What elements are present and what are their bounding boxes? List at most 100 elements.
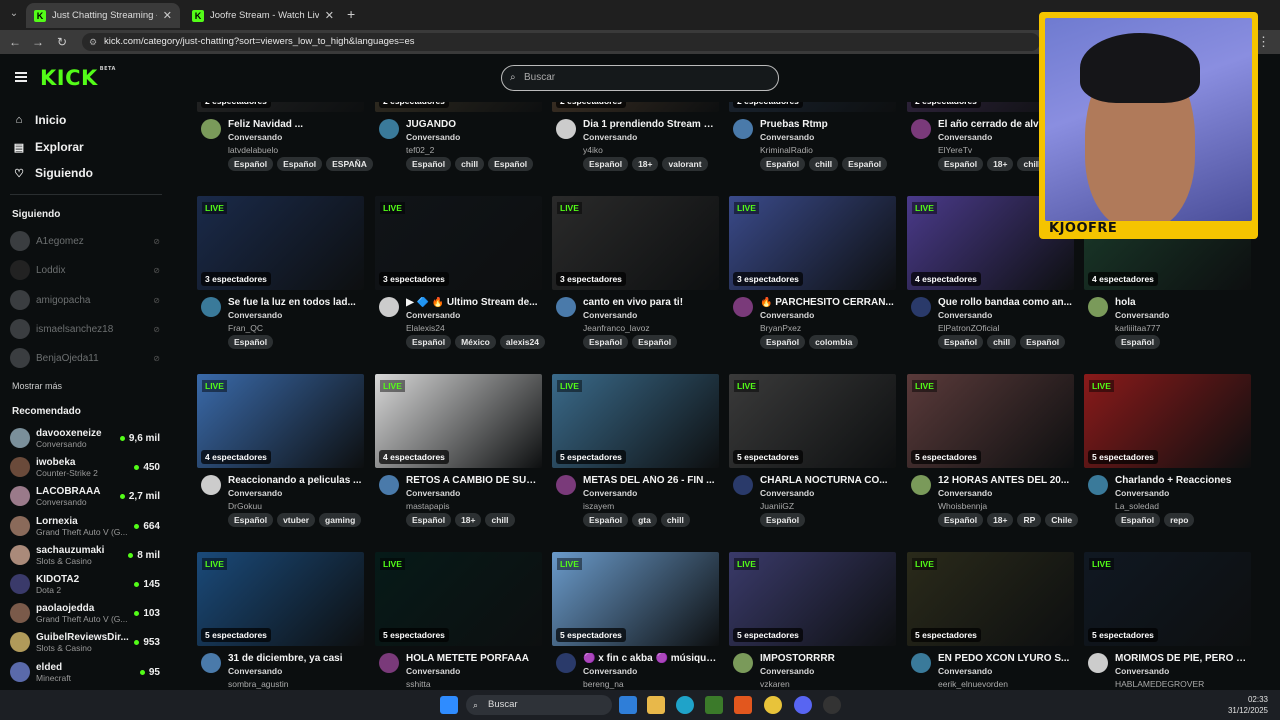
avatar[interactable]	[733, 653, 753, 673]
stream-card[interactable]: LIVE 5 espectadores CHARLA NOCTURNA CO... C…	[729, 374, 896, 544]
stream-category[interactable]: Conversando	[583, 132, 637, 142]
recommended-item[interactable]: KIDOTA2 Dota 2 145	[10, 571, 160, 597]
following-item[interactable]: A1egomez ⊘	[10, 231, 160, 251]
stream-thumbnail[interactable]: LIVE 5 espectadores	[1084, 552, 1251, 646]
stream-username[interactable]: KriminalRadio	[760, 145, 813, 155]
avatar[interactable]	[556, 653, 576, 673]
stream-username[interactable]: iszayem	[583, 501, 614, 511]
stream-username[interactable]: y4iko	[583, 145, 603, 155]
avatar[interactable]	[379, 475, 399, 495]
stream-category[interactable]: Conversando	[228, 310, 282, 320]
stream-category[interactable]: Conversando	[583, 488, 637, 498]
avatar[interactable]	[379, 119, 399, 139]
stream-thumbnail[interactable]: LIVE 5 espectadores	[552, 374, 719, 468]
tag-chip[interactable]: Español	[1020, 335, 1066, 349]
stream-title[interactable]: Pruebas Rtmp	[760, 119, 894, 130]
stream-category[interactable]: Conversando	[228, 132, 282, 142]
stream-thumbnail[interactable]: LIVE 5 espectadores	[1084, 374, 1251, 468]
tag-chip[interactable]: gaming	[319, 513, 362, 527]
avatar[interactable]	[733, 297, 753, 317]
new-tab-icon[interactable]: +	[347, 6, 355, 22]
tag-chip[interactable]: Español	[938, 335, 984, 349]
avatar[interactable]	[911, 119, 931, 139]
stream-thumbnail[interactable]: LIVE 4 espectadores	[197, 374, 364, 468]
tag-chip[interactable]: Español	[1115, 513, 1161, 527]
discord-icon[interactable]	[794, 696, 812, 714]
tag-chip[interactable]: 18+	[987, 157, 1014, 171]
stream-username[interactable]: ElPatronZOficial	[938, 323, 999, 333]
stream-card[interactable]: LIVE 5 espectadores METAS DEL AÑO 26 - FIN…	[552, 374, 719, 544]
stream-username[interactable]: karliiitaa777	[1115, 323, 1160, 333]
recommended-item[interactable]: iwobeka Counter-Strike 2 450	[10, 454, 160, 480]
tag-chip[interactable]: colombia	[809, 335, 859, 349]
show-more-link[interactable]: Mostrar más	[12, 381, 62, 391]
stream-category[interactable]: Conversando	[760, 310, 814, 320]
stream-username[interactable]: BryanPxez	[760, 323, 801, 333]
browser-menu-icon[interactable]: ⋮	[1257, 34, 1270, 50]
stream-card[interactable]: LIVE2 espectadores Pruebas Rtmp Conversand…	[729, 102, 896, 188]
stream-thumbnail[interactable]: LIVE2 espectadores	[197, 102, 364, 112]
close-tab-icon[interactable]: ✕	[163, 9, 172, 22]
stream-username[interactable]: HABLAMEDEGROVER	[1115, 679, 1204, 689]
search-input[interactable]: ⌕ Buscar	[501, 65, 779, 91]
stream-card[interactable]: LIVE 5 espectadores EN PEDO XCON LYURO S..…	[907, 552, 1074, 690]
recommended-item[interactable]: GuibelReviewsDir... Slots & Casino 953	[10, 629, 160, 655]
tag-chip[interactable]: repo	[1164, 513, 1195, 527]
tag-chip[interactable]: Español	[228, 335, 274, 349]
stream-card[interactable]: LIVE2 espectadores Feliz Navidad ... Conve…	[197, 102, 373, 188]
recommended-item[interactable]: sachauzumaki Slots & Casino 8 mil	[10, 542, 160, 568]
tag-chip[interactable]: 18+	[987, 513, 1014, 527]
tag-chip[interactable]: RP	[1017, 513, 1042, 527]
stream-thumbnail[interactable]: LIVE2 espectadores	[375, 102, 542, 112]
tag-chip[interactable]: Español	[406, 335, 452, 349]
taskbar-clock[interactable]: 02:33 31/12/2025	[1228, 694, 1268, 716]
tag-chip[interactable]: Español	[277, 157, 323, 171]
avatar[interactable]	[201, 653, 221, 673]
stream-card[interactable]: LIVE 5 espectadores 12 HORAS ANTES DEL 20.…	[907, 374, 1079, 544]
stream-category[interactable]: Conversando	[760, 132, 814, 142]
stream-thumbnail[interactable]: LIVE2 espectadores	[729, 102, 896, 112]
avatar[interactable]	[733, 475, 753, 495]
stream-thumbnail[interactable]: LIVE 3 espectadores	[729, 196, 896, 290]
stream-card[interactable]: LIVE 3 espectadores ▶ 🔷 🔥 Ultimo Stream de…	[375, 196, 545, 366]
tag-chip[interactable]: Español	[583, 513, 629, 527]
nav-siguiendo[interactable]: ♡ Siguiendo	[12, 164, 93, 182]
stream-title[interactable]: canto en vivo para ti!	[583, 297, 717, 308]
stream-card[interactable]: LIVE2 espectadores JUGANDO Conversando tef0…	[375, 102, 542, 188]
tag-chip[interactable]: Español	[488, 157, 534, 171]
stream-card[interactable]: LIVE 5 espectadores IMPOSTORRRR Conversando…	[729, 552, 896, 690]
reload-icon[interactable]: ↻	[54, 34, 70, 50]
stream-card[interactable]: LIVE 5 espectadores 31 de diciembre, ya ca…	[197, 552, 364, 690]
tag-chip[interactable]: gta	[632, 513, 657, 527]
chrome-icon[interactable]	[764, 696, 782, 714]
avatar[interactable]	[379, 653, 399, 673]
tag-chip[interactable]: Español	[760, 335, 806, 349]
back-icon[interactable]: ←	[7, 34, 23, 50]
address-bar[interactable]: ⚙ kick.com/category/just-chatting?sort=v…	[82, 33, 1040, 51]
recommended-item[interactable]: elded Minecraft 95	[10, 659, 160, 685]
vscode-icon[interactable]	[619, 696, 637, 714]
tag-chip[interactable]: Español	[583, 157, 629, 171]
tag-chip[interactable]: chill	[809, 157, 839, 171]
tag-chip[interactable]: ESPAÑA	[326, 157, 373, 171]
avatar[interactable]	[201, 119, 221, 139]
stream-title[interactable]: 31 de diciembre, ya casi	[228, 653, 362, 664]
avatar[interactable]	[1088, 475, 1108, 495]
stream-card[interactable]: LIVE 3 espectadores 🔥 PARCHESITO CERRAN...…	[729, 196, 896, 366]
tag-chip[interactable]: México	[455, 335, 496, 349]
stream-title[interactable]: RETOS A CAMBIO DE SUB...	[406, 475, 540, 486]
stream-category[interactable]: Conversando	[938, 132, 992, 142]
tag-chip[interactable]: Español	[760, 157, 806, 171]
site-info-icon[interactable]: ⚙	[89, 33, 97, 51]
forward-icon[interactable]: →	[30, 34, 46, 50]
avatar[interactable]	[733, 119, 753, 139]
recommended-item[interactable]: paolaojedda Grand Theft Auto V (G... 103	[10, 600, 160, 626]
following-item[interactable]: ismaelsanchez18 ⊘	[10, 319, 160, 339]
tag-chip[interactable]: Español	[406, 513, 452, 527]
stream-username[interactable]: vzkaren	[760, 679, 790, 689]
stream-title[interactable]: JUGANDO	[406, 119, 540, 130]
avatar[interactable]	[911, 297, 931, 317]
stream-thumbnail[interactable]: LIVE 5 espectadores	[197, 552, 364, 646]
stream-thumbnail[interactable]: LIVE 4 espectadores	[375, 374, 542, 468]
tag-chip[interactable]: Chile	[1045, 513, 1079, 527]
